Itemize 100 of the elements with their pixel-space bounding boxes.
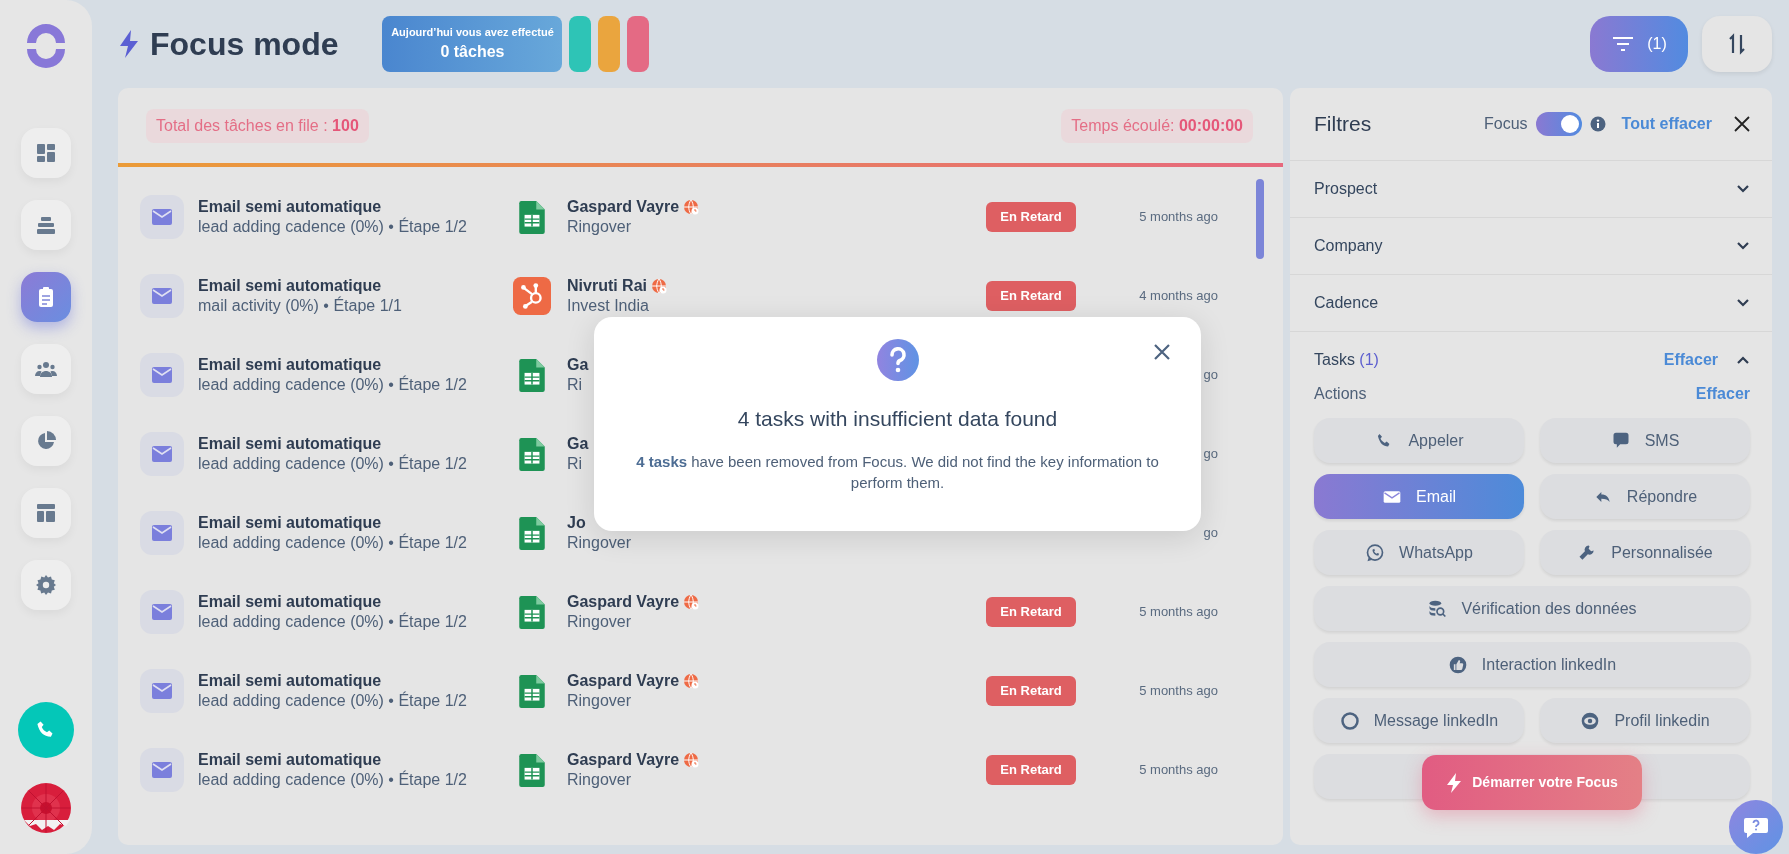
action-button[interactable]: Interaction linkedIn: [1314, 642, 1750, 687]
action-button[interactable]: Personnalisée: [1540, 530, 1750, 575]
task-time: 5 months ago: [1139, 682, 1218, 698]
help-chat-button[interactable]: [1729, 800, 1783, 854]
focus-toggle[interactable]: [1535, 112, 1582, 136]
message-circle-icon: [1339, 710, 1360, 731]
envelope-icon: [152, 208, 172, 225]
task-title: Email semi automatique: [198, 354, 383, 375]
envelope-icon: [152, 761, 172, 778]
contact-name: Gaspard Vayre: [567, 749, 680, 770]
company-name: Ringover: [567, 216, 632, 237]
start-focus-button[interactable]: Démarrer votre Focus: [1422, 755, 1642, 810]
stats-value: 0 tâches: [440, 42, 505, 63]
task-subtitle: lead adding cadence (0%) • Étape 1/2: [198, 690, 468, 711]
focus-label: Focus: [1484, 114, 1528, 134]
task-time: 5 months ago: [1139, 761, 1218, 777]
globe-clock-icon: [683, 593, 700, 610]
total-tasks-chip: Total des tâches en file : 100: [146, 108, 369, 143]
layout-icon: [34, 501, 58, 525]
task-subtitle: lead adding cadence (0%) • Étape 1/2: [198, 611, 468, 632]
stats-label: Aujourd’hui vous avez effectué: [391, 24, 554, 40]
task-time: 5 months ago: [1139, 208, 1218, 224]
globe-clock-icon: [651, 277, 667, 294]
thumbs-up-icon: [1447, 654, 1468, 675]
task-subtitle: lead adding cadence (0%) • Étape 1/2: [198, 769, 468, 790]
call-button[interactable]: [18, 702, 74, 758]
filter-section[interactable]: Prospect: [1290, 160, 1772, 217]
whatsapp-icon: [1365, 542, 1386, 563]
elapsed-time-chip: Temps écoulé: 00:00:00: [1061, 108, 1253, 143]
question-icon: [876, 339, 919, 381]
info-icon: [1589, 116, 1606, 132]
filter-section[interactable]: Cadence: [1290, 274, 1772, 331]
globe-clock-icon: [683, 751, 700, 768]
nav-button[interactable]: [21, 560, 71, 610]
hub-icon: [513, 276, 551, 315]
task-time: go: [1203, 366, 1218, 382]
action-button[interactable]: WhatsApp: [1314, 530, 1524, 575]
action-button[interactable]: Email: [1314, 474, 1524, 519]
nav-button[interactable]: [21, 200, 71, 250]
nav-button[interactable]: [21, 416, 71, 466]
envelope-icon: [152, 287, 172, 304]
spreadsheet-icon: [519, 673, 545, 708]
sort-icon: [1727, 33, 1747, 55]
contact-name: Ga: [567, 354, 589, 375]
envelope-icon: [152, 445, 172, 462]
status-tag: En Retard: [986, 675, 1076, 706]
filter-button[interactable]: (1): [1590, 16, 1688, 72]
globe-clock-icon: [683, 198, 700, 215]
task-title: Email semi automatique: [198, 196, 383, 217]
lightning-icon: [1446, 771, 1463, 794]
contact-name: Gaspard Vayre: [567, 591, 680, 612]
contact-name: Gaspard Vayre: [567, 670, 680, 691]
company-name: Invest India: [567, 295, 649, 316]
task-time: go: [1203, 445, 1218, 461]
panel-title: Filtres: [1314, 111, 1372, 138]
close-button[interactable]: [1734, 116, 1750, 132]
close-icon: [1734, 116, 1750, 132]
envelope-icon: [152, 524, 172, 541]
filter-section[interactable]: Company: [1290, 217, 1772, 274]
status-tag: En Retard: [986, 596, 1076, 627]
chevron-down-icon: [1736, 184, 1750, 194]
company-name: Ri: [567, 453, 583, 474]
contact-name: Nivruti Rai: [567, 275, 647, 296]
envelope-icon: [152, 682, 172, 699]
action-button[interactable]: Appeler: [1314, 418, 1524, 463]
status-tag: En Retard: [986, 201, 1076, 232]
close-icon: [1153, 343, 1171, 361]
spreadsheet-icon: [519, 199, 545, 234]
contact-name: Gaspard Vayre: [567, 196, 680, 217]
task-title: Email semi automatique: [198, 749, 383, 770]
task-subtitle: lead adding cadence (0%) • Étape 1/2: [198, 453, 468, 474]
eye-icon: [1580, 710, 1601, 731]
sort-button[interactable]: [1702, 16, 1772, 72]
task-title: Email semi automatique: [198, 433, 383, 454]
task-title: Email semi automatique: [198, 591, 383, 612]
task-time: 5 months ago: [1139, 603, 1218, 619]
settings-icon: [34, 573, 58, 597]
filter-icon: [1611, 34, 1636, 54]
action-button[interactable]: Vérification des données: [1314, 586, 1750, 631]
clear-all-link[interactable]: Tout effacer: [1621, 112, 1712, 136]
action-button[interactable]: SMS: [1540, 418, 1750, 463]
spreadsheet-icon: [519, 594, 545, 629]
task-subtitle: lead adding cadence (0%) • Étape 1/2: [198, 374, 468, 395]
chevron-down-icon: [1736, 298, 1750, 308]
task-title: Email semi automatique: [198, 670, 383, 691]
dialog-title: 4 tasks with insufficient data found: [737, 406, 1058, 432]
nav-button[interactable]: [21, 128, 71, 178]
status-tag: En Retard: [986, 280, 1076, 311]
database-search-icon: [1427, 598, 1448, 619]
action-button[interactable]: Profil linkedin: [1540, 698, 1750, 743]
filter-section[interactable]: Tasks (1) Effacer: [1290, 331, 1772, 388]
company-name: Ringover: [567, 769, 632, 790]
clear-link[interactable]: Effacer: [1663, 348, 1718, 372]
nav-button[interactable]: [21, 272, 71, 322]
nav-button[interactable]: [21, 488, 71, 538]
nav-button[interactable]: [21, 344, 71, 394]
action-button[interactable]: Répondre: [1540, 474, 1750, 519]
action-button[interactable]: Message linkedIn: [1314, 698, 1524, 743]
task-time: go: [1203, 524, 1218, 540]
chat-question-icon: [1743, 815, 1769, 839]
